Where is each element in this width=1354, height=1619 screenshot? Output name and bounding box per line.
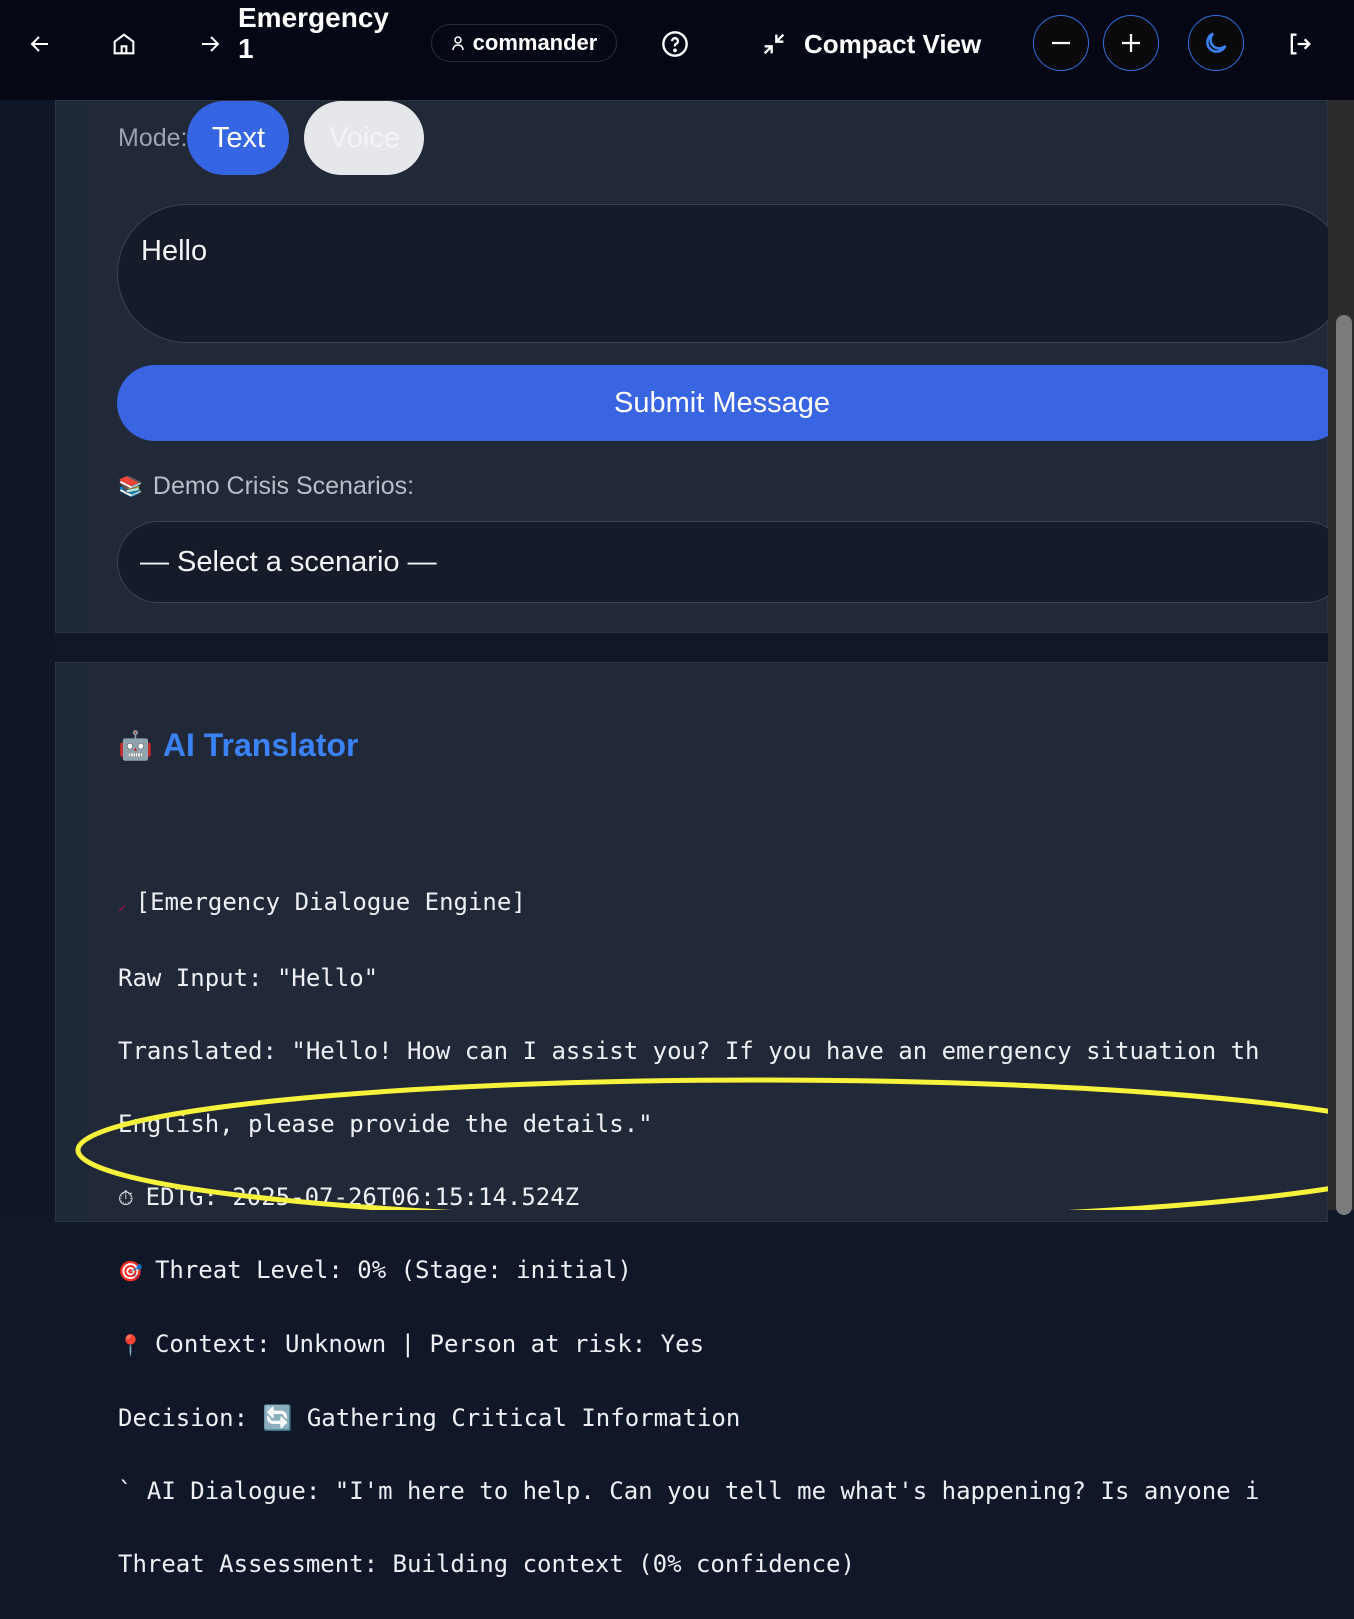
speech-icon: ` — [118, 1476, 147, 1505]
scrollbar-thumb[interactable] — [1336, 315, 1352, 1215]
log-line: 📍 Context: Unknown | Person at risk: Yes — [118, 1330, 705, 1359]
log-line: Threat Assessment: Building context (0% … — [118, 1549, 855, 1578]
log-line: ` AI Dialogue: "I'm here to help. Can yo… — [118, 1476, 1260, 1505]
log-line: Decision: 🔄 Gathering Critical Informati… — [118, 1404, 741, 1433]
log-line: 🎯 Threat Level: 0% (Stage: initial) — [118, 1256, 632, 1285]
annotation-ellipse — [75, 1077, 1354, 1210]
scrollbar[interactable] — [1328, 100, 1354, 1215]
pin-icon: 📍 — [118, 1333, 155, 1358]
target-icon: 🎯 — [118, 1259, 155, 1284]
